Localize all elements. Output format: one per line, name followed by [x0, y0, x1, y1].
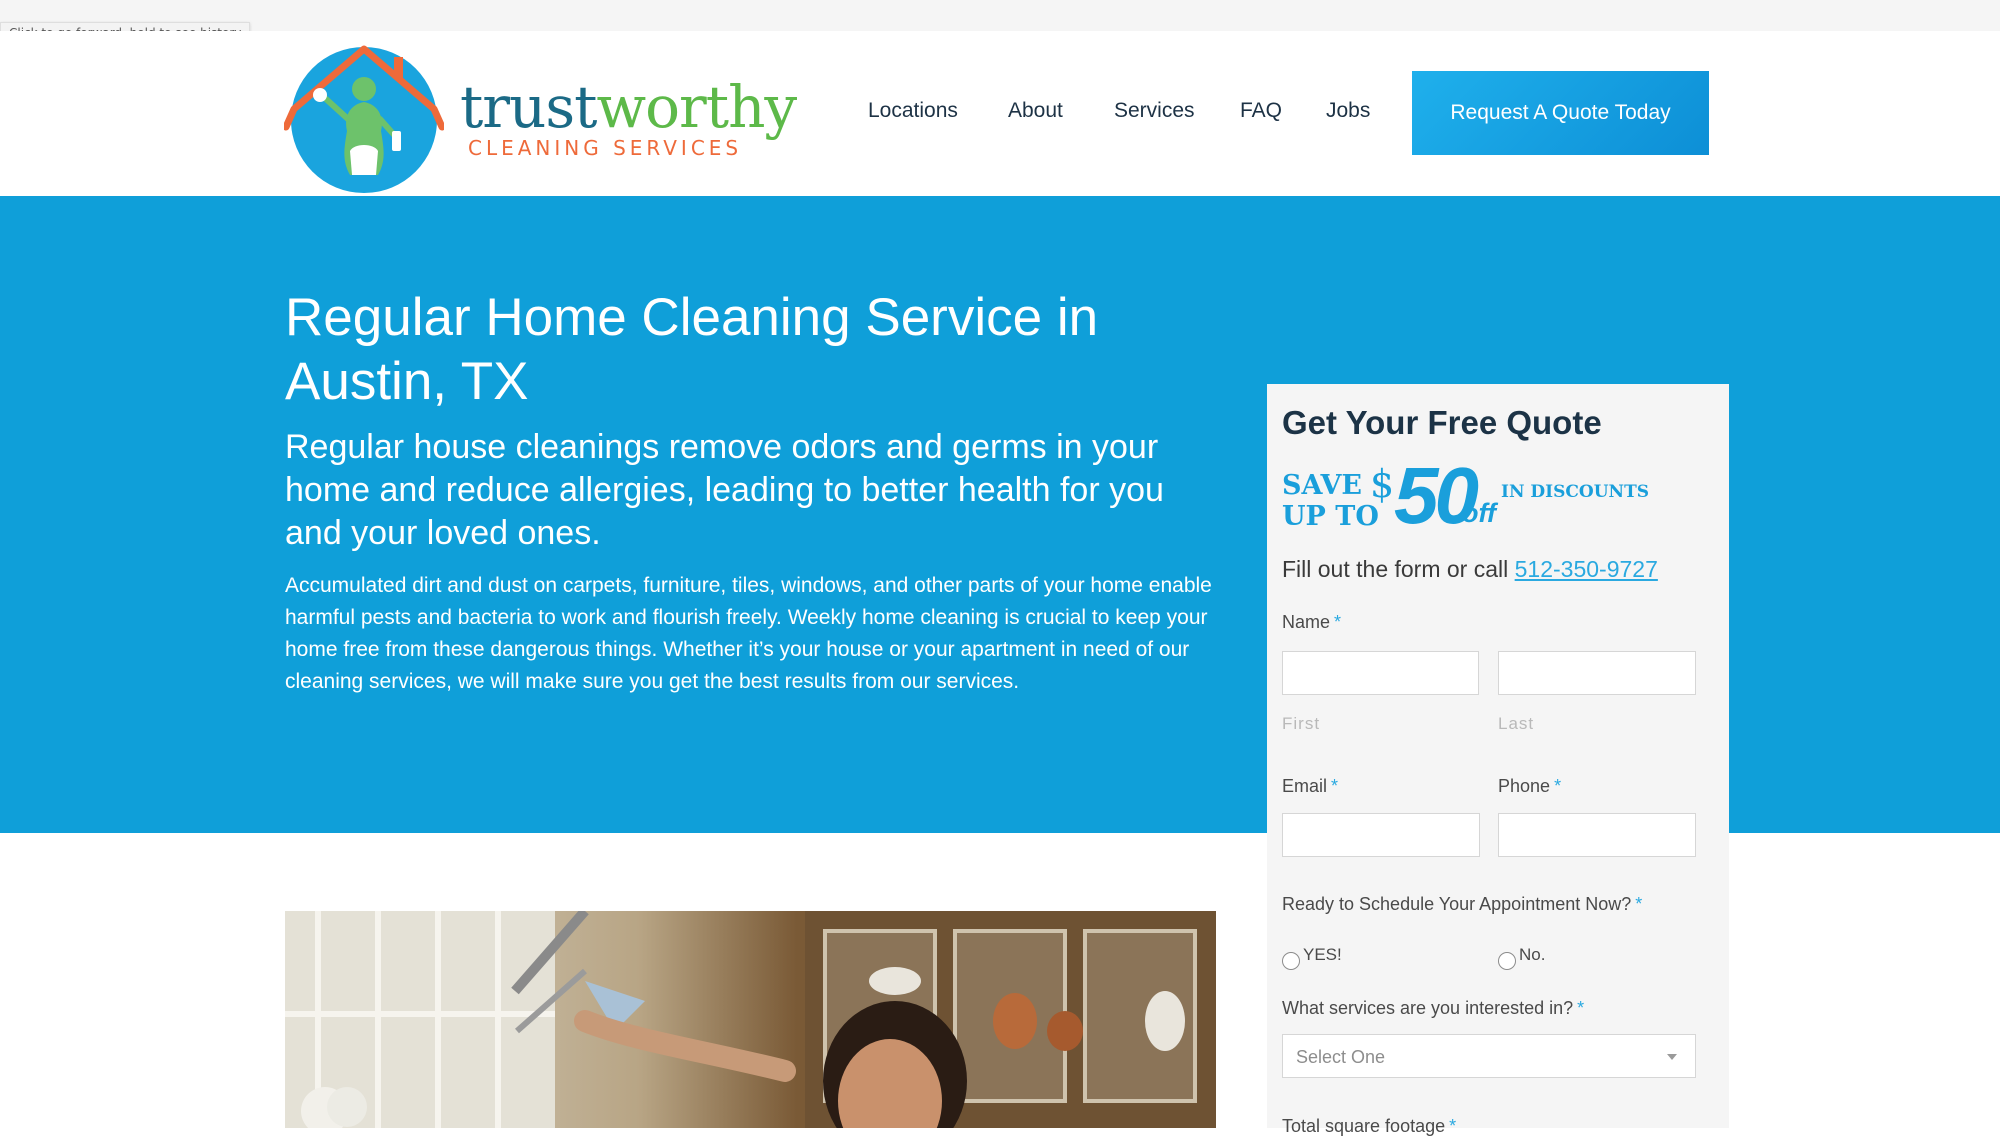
first-sublabel: First — [1282, 714, 1321, 733]
promo-in-discounts: IN DISCOUNTS — [1501, 482, 1650, 502]
first-name-input[interactable] — [1282, 651, 1479, 695]
phone-label: Phone * — [1498, 776, 1561, 797]
name-label-text: Name — [1282, 612, 1331, 632]
phone-field[interactable] — [1498, 813, 1696, 857]
schedule-yes-label[interactable]: YES! — [1303, 945, 1342, 965]
quote-form-title: Get Your Free Quote — [1282, 404, 1602, 441]
hero-body: Accumulated dirt and dust on carpets, fu… — [285, 574, 1212, 693]
phone-label-text: Phone — [1498, 776, 1551, 796]
logo-word-trust: trust — [460, 73, 597, 141]
name-label: Name * — [1282, 612, 1341, 633]
email-label-text: Email — [1282, 776, 1328, 796]
last-name-input[interactable] — [1498, 651, 1696, 695]
nav-services[interactable]: Services — [1114, 99, 1195, 123]
required-mark: * — [1577, 998, 1585, 1018]
schedule-yes-radio[interactable] — [1282, 952, 1300, 970]
request-quote-button[interactable]: Request A Quote Today — [1412, 71, 1709, 155]
logo-tagline: CLEANING SERVICES — [468, 136, 743, 160]
required-mark: * — [1449, 1116, 1457, 1136]
call-instructions: Fill out the form or call 512-350-9727 — [1282, 556, 1658, 583]
last-sublabel: Last — [1498, 714, 1535, 733]
nav-locations[interactable]: Locations — [868, 99, 958, 123]
services-select[interactable]: Select One — [1282, 1034, 1696, 1078]
promo-save-line2: UP TO — [1282, 501, 1379, 532]
site-header: trustworthy CLEANING SERVICES Locations … — [0, 31, 2000, 196]
required-mark: * — [1635, 894, 1643, 914]
promo-off: off — [1462, 498, 1496, 528]
promo-dollar: $ — [1370, 462, 1395, 506]
schedule-no-radio[interactable] — [1498, 952, 1516, 970]
quote-form: Get Your Free Quote SAVE UP TO $ 50 off … — [1267, 384, 1729, 1136]
discount-promo: SAVE UP TO $ 50 off IN DISCOUNTS — [1282, 451, 1682, 544]
site-logo[interactable]: trustworthy CLEANING SERVICES — [284, 39, 797, 194]
email-field[interactable] — [1282, 813, 1480, 857]
square-footage-label-text: Total square footage — [1282, 1116, 1446, 1136]
square-footage-label: Total square footage * — [1282, 1116, 1456, 1137]
nav-jobs[interactable]: Jobs — [1326, 99, 1370, 123]
schedule-no-label[interactable]: No. — [1519, 945, 1545, 965]
browser-top-strip — [0, 0, 2000, 31]
promo-save-text: SAVE UP TO — [1282, 470, 1379, 532]
required-mark: * — [1334, 612, 1342, 632]
nav-faq[interactable]: FAQ — [1240, 99, 1282, 123]
chevron-down-icon — [1667, 1054, 1677, 1060]
services-select-value: Select One — [1296, 1047, 1386, 1067]
schedule-question-label: Ready to Schedule Your Appointment Now? * — [1282, 894, 1642, 915]
schedule-question-text: Ready to Schedule Your Appointment Now? — [1282, 894, 1632, 914]
house-maid-logo-icon — [284, 45, 444, 193]
email-label: Email * — [1282, 776, 1338, 797]
woman-cleaning-image — [285, 911, 1216, 1128]
cleaning-photo — [285, 911, 1216, 1128]
services-question-text: What services are you interested in? — [1282, 998, 1574, 1018]
promo-save-line1: SAVE — [1282, 470, 1363, 501]
phone-link[interactable]: 512-350-9727 — [1515, 556, 1658, 582]
logo-word-worthy: worthy — [596, 73, 797, 141]
page-title: Regular Home Cleaning Service in Austin,… — [285, 288, 1099, 411]
hero-lead: Regular house cleanings remove odors and… — [285, 428, 1164, 552]
nav-about[interactable]: About — [1008, 99, 1063, 123]
required-mark: * — [1554, 776, 1562, 796]
services-question-label: What services are you interested in? * — [1282, 998, 1584, 1019]
logo-wordmark: trustworthy — [460, 77, 797, 137]
required-mark: * — [1331, 776, 1339, 796]
call-prefix: Fill out the form or call — [1282, 556, 1515, 582]
